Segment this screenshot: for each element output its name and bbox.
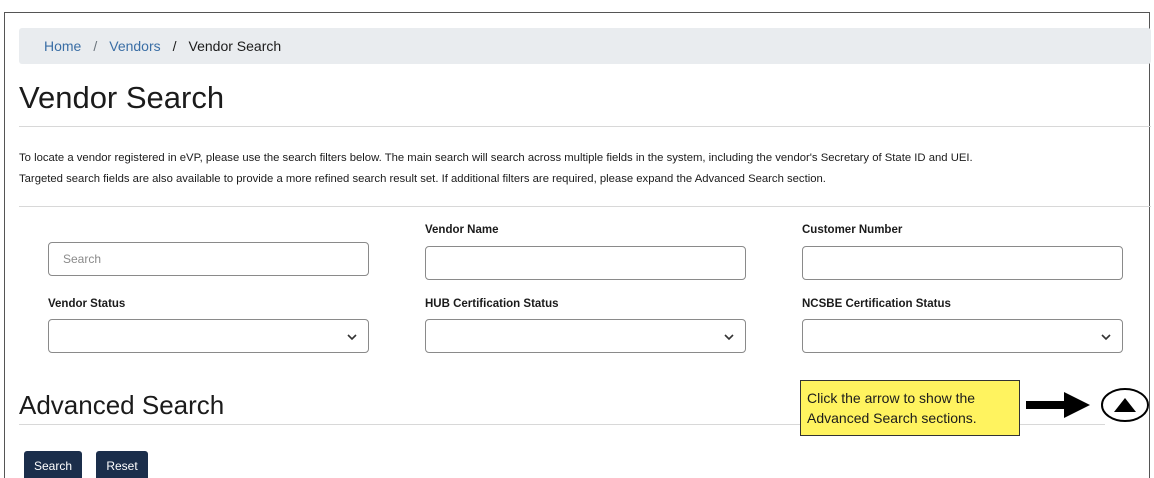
- page-title: Vendor Search: [19, 80, 225, 115]
- vendor-name-label: Vendor Name: [425, 224, 499, 236]
- search-input[interactable]: [48, 242, 369, 276]
- search-button[interactable]: Search: [24, 451, 82, 478]
- hub-status-select[interactable]: [425, 319, 746, 353]
- breadcrumb-home-link[interactable]: Home: [44, 38, 81, 54]
- vendor-name-input[interactable]: [425, 246, 746, 280]
- chevron-down-icon: [724, 334, 734, 341]
- annotation-line-1: Click the arrow to show the: [807, 390, 976, 406]
- breadcrumb-separator: /: [93, 38, 98, 54]
- breadcrumb-current: Vendor Search: [188, 38, 282, 54]
- customer-number-label: Customer Number: [802, 224, 903, 236]
- breadcrumb-separator: /: [172, 38, 177, 54]
- intro-text: To locate a vendor registered in eVP, pl…: [19, 148, 1139, 190]
- chevron-up-icon[interactable]: [1100, 386, 1150, 424]
- hub-status-label: HUB Certification Status: [425, 298, 559, 310]
- annotation-callout: Click the arrow to show the Advanced Sea…: [800, 380, 1020, 436]
- title-divider: [19, 126, 1151, 127]
- vendor-status-label: Vendor Status: [48, 298, 126, 310]
- ncsbe-status-label: NCSBE Certification Status: [802, 298, 951, 310]
- chevron-down-icon: [347, 334, 357, 341]
- breadcrumb: Home / Vendors / Vendor Search: [19, 28, 1151, 64]
- ncsbe-status-select[interactable]: [802, 319, 1123, 353]
- customer-number-input[interactable]: [802, 246, 1123, 280]
- annotation-line-2: Advanced Search sections.: [807, 410, 977, 426]
- vendor-status-select[interactable]: [48, 319, 369, 353]
- breadcrumb-vendors-link[interactable]: Vendors: [109, 38, 160, 54]
- chevron-down-icon: [1101, 334, 1111, 341]
- intro-line-2: Targeted search fields are also availabl…: [19, 173, 826, 185]
- right-arrow-icon: [1026, 392, 1090, 418]
- intro-divider: [19, 206, 1151, 207]
- intro-line-1: To locate a vendor registered in eVP, pl…: [19, 152, 973, 164]
- reset-button[interactable]: Reset: [96, 451, 148, 478]
- advanced-search-title: Advanced Search: [19, 390, 225, 420]
